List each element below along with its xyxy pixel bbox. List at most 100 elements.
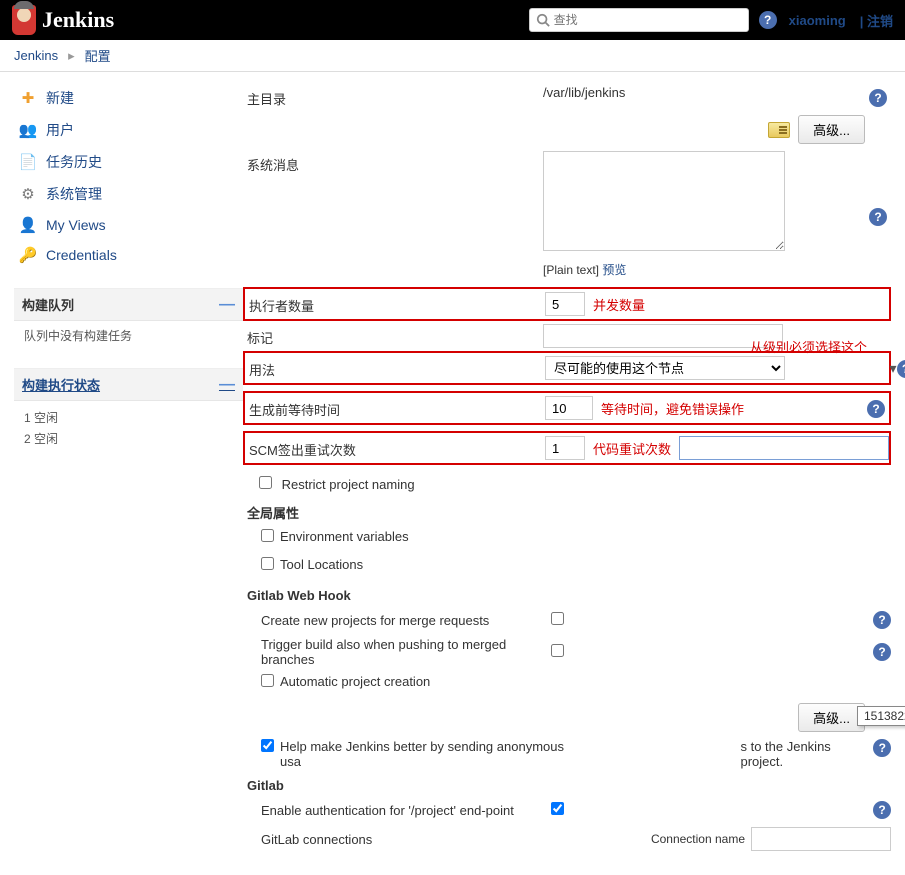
input-scm-retry-spinner[interactable] <box>679 436 889 460</box>
chevron-right-icon: ▸ <box>68 48 75 64</box>
label-usage-stats-after: s to the Jenkins project. <box>740 739 873 769</box>
tooltip-filename: 1513822436686531.png <box>857 706 905 726</box>
task-history-label: 任务历史 <box>46 152 102 172</box>
annotation-quiet: 等待时间，避免错误操作 <box>601 399 744 418</box>
checkbox-auto-create[interactable] <box>261 674 274 687</box>
row-executors: 执行者数量 并发数量 <box>243 287 891 321</box>
build-queue-body: 队列中没有构建任务 <box>14 321 243 350</box>
label-usage-stats-before: Help make Jenkins better by sending anon… <box>280 739 580 769</box>
task-new[interactable]: ✚ 新建 <box>14 82 243 114</box>
help-icon[interactable]: ? <box>869 208 887 226</box>
advanced-button[interactable]: 高级... <box>798 703 865 732</box>
checkbox-restrict-naming[interactable] <box>259 476 272 489</box>
section-gitlab-hook: Gitlab Web Hook <box>243 582 891 607</box>
search-input[interactable] <box>554 13 742 27</box>
row-trigger-merged: Trigger build also when pushing to merge… <box>243 633 891 671</box>
select-usage[interactable]: 尽可能的使用这个节点 <box>545 356 785 380</box>
input-connection-name[interactable] <box>751 827 891 851</box>
row-usage: 用法 尽可能的使用这个节点 ▾? <box>243 351 891 385</box>
row-gitlab-connections: GitLab connections Connection name <box>243 823 891 855</box>
input-scm-retry-small[interactable] <box>545 436 585 460</box>
label-auto-create: Automatic project creation <box>280 674 430 689</box>
label-gitlab-connections: GitLab connections <box>261 832 551 847</box>
label-quiet-period: 生成前等待时间 <box>245 396 545 419</box>
row-quiet-period: 生成前等待时间 等待时间，避免错误操作 ? <box>243 391 891 425</box>
checkbox-trigger-merged[interactable] <box>551 644 564 657</box>
build-queue-box: 构建队列 — 队列中没有构建任务 <box>14 288 243 350</box>
task-new-label: 新建 <box>46 88 74 108</box>
plain-text-hint: [Plain text] <box>543 263 599 277</box>
row-auto-create: Automatic project creation <box>243 671 891 699</box>
views-icon: 👤 <box>18 216 38 234</box>
gear-icon: ⚙ <box>18 185 38 203</box>
build-queue-header: 构建队列 — <box>14 289 243 321</box>
build-queue-title: 构建队列 <box>22 295 74 314</box>
help-icon[interactable]: ? <box>873 643 891 661</box>
input-executors[interactable] <box>545 292 585 316</box>
logout-link[interactable]: | 注销 <box>860 11 893 30</box>
task-credentials[interactable]: 🔑 Credentials <box>14 240 243 270</box>
label-create-merge: Create new projects for merge requests <box>261 613 551 628</box>
help-icon[interactable]: ? <box>759 11 777 29</box>
label-connection-name: Connection name <box>651 832 745 846</box>
key-icon: 🔑 <box>18 246 38 264</box>
task-credentials-label: Credentials <box>46 247 117 263</box>
checkbox-create-merge[interactable] <box>551 612 564 625</box>
help-icon[interactable]: ? <box>867 400 885 418</box>
task-history[interactable]: 📄 任务历史 <box>14 146 243 178</box>
label-restrict-naming: Restrict project naming <box>282 477 415 492</box>
checkbox-env-vars[interactable] <box>261 529 274 542</box>
textarea-system-message[interactable] <box>543 151 785 251</box>
advanced-button[interactable]: 高级... <box>798 115 865 144</box>
label-enable-auth: Enable authentication for '/project' end… <box>261 803 551 818</box>
preview-link[interactable]: 预览 <box>602 263 626 277</box>
label-tool-locations: Tool Locations <box>280 557 363 572</box>
task-manage-label: 系统管理 <box>46 184 102 204</box>
brand-logo[interactable]: Jenkins <box>12 5 114 35</box>
pencil-icon <box>768 122 790 138</box>
label-labels: 标记 <box>243 324 543 347</box>
help-icon[interactable]: ? <box>869 89 887 107</box>
topbar: Jenkins ? xiaoming | 注销 <box>0 0 905 40</box>
task-users[interactable]: 👥 用户 <box>14 114 243 146</box>
row-home-dir: 主目录 /var/lib/jenkins ? <box>243 82 891 111</box>
task-manage[interactable]: ⚙ 系统管理 <box>14 178 243 210</box>
section-gitlab: Gitlab <box>243 772 891 797</box>
breadcrumb-page: 配置 <box>85 46 111 65</box>
checkbox-enable-auth[interactable] <box>551 802 564 815</box>
history-icon: 📄 <box>18 153 38 171</box>
help-icon[interactable]: ? <box>873 739 891 757</box>
help-icon[interactable]: ? <box>897 360 905 378</box>
help-icon[interactable]: ? <box>873 611 891 629</box>
task-myviews[interactable]: 👤 My Views <box>14 210 243 240</box>
search-icon <box>536 13 550 27</box>
row-restrict-naming: Restrict project naming <box>243 469 891 497</box>
people-icon: 👥 <box>18 121 38 139</box>
checkbox-usage-stats[interactable] <box>261 739 274 752</box>
input-quiet-period[interactable] <box>545 396 593 420</box>
jenkins-icon <box>12 5 36 35</box>
breadcrumb: Jenkins ▸ 配置 <box>0 40 905 72</box>
label-trigger-merged: Trigger build also when pushing to merge… <box>261 637 551 667</box>
label-usage: 用法 <box>245 356 545 379</box>
help-icon[interactable]: ? <box>873 801 891 819</box>
dropdown-icon: ▾ <box>889 360 896 378</box>
input-labels[interactable] <box>543 324 783 348</box>
executor-title: 构建执行状态 <box>22 375 100 394</box>
executor-item: 2 空闲 <box>24 428 233 449</box>
collapse-icon[interactable]: — <box>219 376 235 394</box>
executor-header[interactable]: 构建执行状态 — <box>14 369 243 401</box>
sidebar: ✚ 新建 👥 用户 📄 任务历史 ⚙ 系统管理 👤 My Views 🔑 Credentia… <box>0 72 243 875</box>
search-box[interactable] <box>529 8 749 32</box>
task-myviews-label: My Views <box>46 217 106 233</box>
checkbox-tool-locations[interactable] <box>261 557 274 570</box>
row-enable-auth: Enable authentication for '/project' end… <box>243 797 891 823</box>
brand-text: Jenkins <box>42 7 114 33</box>
user-link[interactable]: xiaoming <box>789 13 846 28</box>
new-icon: ✚ <box>18 89 38 107</box>
collapse-icon[interactable]: — <box>219 296 235 314</box>
task-users-label: 用户 <box>46 120 74 140</box>
row-create-merge: Create new projects for merge requests ? <box>243 607 891 633</box>
breadcrumb-root[interactable]: Jenkins <box>14 48 58 63</box>
value-home-dir: /var/lib/jenkins <box>543 85 625 100</box>
